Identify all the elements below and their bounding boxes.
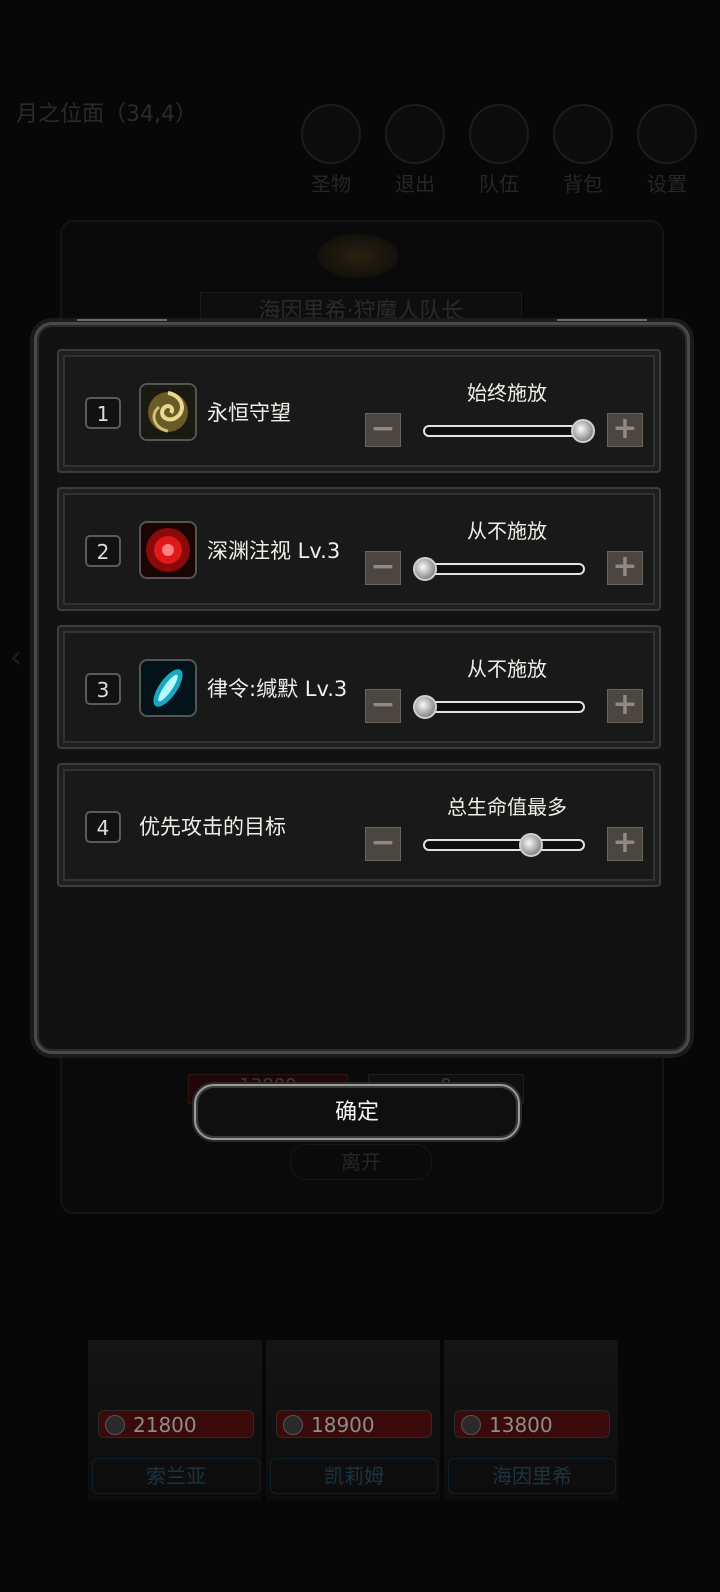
increase-button[interactable]: +: [607, 551, 643, 585]
party-name: 索兰亚: [92, 1458, 260, 1494]
decrease-button[interactable]: −: [365, 689, 401, 723]
red-orb-icon: [139, 521, 197, 579]
party-hp: 13800: [454, 1410, 610, 1438]
row-number-badge: 1: [85, 397, 121, 429]
nav-team-button: 队伍: [468, 104, 530, 197]
skill-name: 永恒守望: [207, 401, 291, 425]
swirl-icon: [139, 383, 197, 441]
slider-knob[interactable]: [413, 557, 437, 581]
slider-knob[interactable]: [571, 419, 595, 443]
team-icon: [469, 104, 529, 164]
location-label: 月之位面（34,4）: [16, 102, 197, 127]
party-name: 海因里希: [448, 1458, 616, 1494]
slider-knob[interactable]: [413, 695, 437, 719]
decrease-button[interactable]: −: [365, 413, 401, 447]
party-hp: 21800: [98, 1410, 254, 1438]
emblem-icon: [318, 234, 398, 278]
increase-button[interactable]: +: [607, 413, 643, 447]
nav-settings-button: 设置: [636, 104, 698, 197]
gear-icon: [637, 104, 697, 164]
cyan-crystal-icon: [139, 659, 197, 717]
increase-button[interactable]: +: [607, 827, 643, 861]
skill-name: 深渊注视 Lv.3: [207, 539, 341, 563]
cast-mode-slider[interactable]: [413, 557, 585, 581]
party-name: 凯莉姆: [270, 1458, 438, 1494]
row-number-badge: 2: [85, 535, 121, 567]
party-card: 13800 海因里希: [444, 1340, 618, 1500]
row-number-badge: 3: [85, 673, 121, 705]
slider-knob[interactable]: [518, 833, 543, 857]
relic-icon: [301, 104, 361, 164]
party-card: 18900 凯莉姆: [266, 1340, 440, 1500]
cast-mode-label: 始终施放: [467, 381, 547, 405]
chevron-left-icon: ‹: [10, 640, 22, 675]
decrease-button[interactable]: −: [365, 551, 401, 585]
nav-backpack-button: 背包: [552, 104, 614, 197]
cast-mode-label: 从不施放: [467, 657, 547, 681]
skill-row-2: 2 深渊注视 Lv.3 从不施放 − +: [57, 487, 661, 611]
target-priority-row: 4 优先攻击的目标 总生命值最多 − +: [57, 763, 661, 887]
leave-button: 离开: [290, 1144, 432, 1180]
nav-exit-button: 退出: [384, 104, 446, 197]
skill-name: 律令:缄默 Lv.3: [207, 677, 348, 701]
skill-row-3: 3 律令:缄默 Lv.3 从不施放 − +: [57, 625, 661, 749]
exit-icon: [385, 104, 445, 164]
backpack-icon: [553, 104, 613, 164]
decrease-button[interactable]: −: [365, 827, 401, 861]
increase-button[interactable]: +: [607, 689, 643, 723]
confirm-button[interactable]: 确定: [194, 1084, 520, 1140]
party-cards: 21800 索兰亚 18900 凯莉姆 13800 海因里希: [88, 1340, 618, 1500]
nav-relic-button: 圣物: [300, 104, 362, 197]
skill-settings-dialog: 1 永恒守望 始终施放 − + 2 深渊注视 Lv.3 从不施放 − + 3 律…: [34, 319, 690, 1054]
cast-mode-slider[interactable]: [413, 695, 585, 719]
target-mode-label: 总生命值最多: [447, 795, 567, 819]
row-number-badge: 4: [85, 811, 121, 843]
cast-mode-slider[interactable]: [423, 419, 595, 443]
target-priority-label: 优先攻击的目标: [139, 815, 286, 839]
target-mode-slider[interactable]: [423, 833, 585, 857]
cast-mode-label: 从不施放: [467, 519, 547, 543]
skill-row-1: 1 永恒守望 始终施放 − +: [57, 349, 661, 473]
party-hp: 18900: [276, 1410, 432, 1438]
party-card: 21800 索兰亚: [88, 1340, 262, 1500]
top-nav: 圣物 退出 队伍 背包 设置: [300, 104, 698, 197]
